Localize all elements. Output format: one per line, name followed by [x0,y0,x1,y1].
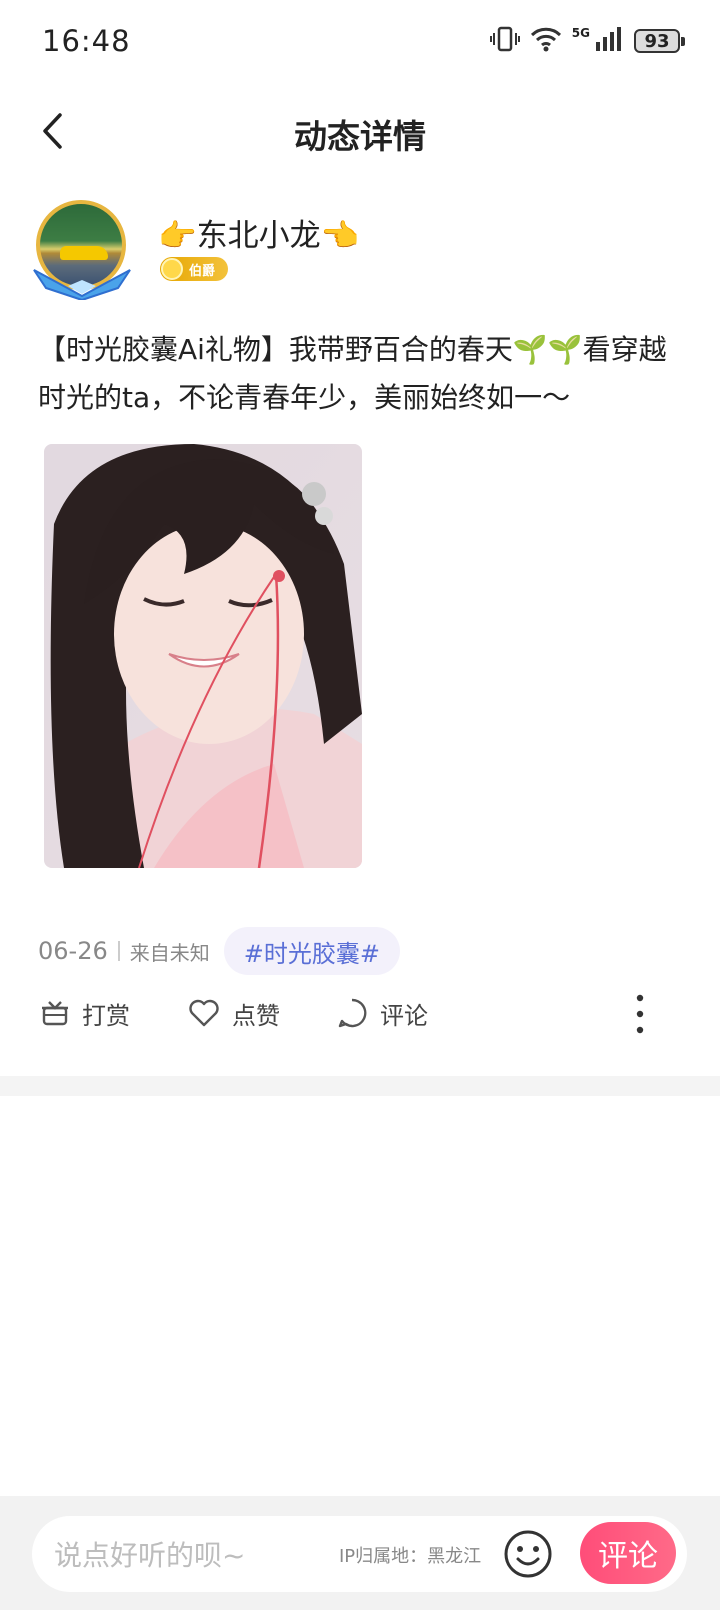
reward-button[interactable]: 打赏 [40,990,130,1036]
car-graphic [60,246,108,260]
avatar[interactable] [30,196,134,300]
level-label: 伯爵 [189,263,216,279]
post-date: 06-26 [38,937,108,965]
section-divider [0,1076,720,1096]
comment-input[interactable]: 说点好听的呗~ IP归属地：黑龙江 评论 [32,1516,687,1592]
comment-bubble-icon [338,998,367,1028]
comment-button[interactable]: 评论 [336,990,428,1036]
more-vertical-icon [636,994,644,1034]
status-bar: 16:48 5G 93 [0,0,720,84]
coin-icon [161,258,183,280]
battery-icon: 93 [634,29,685,53]
reward-label: 打赏 [82,1001,130,1030]
send-comment-button[interactable]: 评论 [580,1522,676,1584]
level-badge: 伯爵 [160,257,228,281]
post-meta: 06-26 来自未知 #时光胶囊# [38,926,400,976]
emoji-button[interactable] [502,1528,554,1580]
topic-tag[interactable]: #时光胶囊# [223,927,400,975]
portrait-photo [44,444,362,868]
meta-divider [117,941,120,961]
post-image[interactable] [44,444,362,868]
nav-bar: 动态详情 [0,84,720,184]
battery-level: 93 [644,30,670,52]
comment-bar: 说点好听的呗~ IP归属地：黑龙江 评论 [0,1496,720,1610]
like-label: 点赞 [232,1001,280,1030]
like-button[interactable]: 点赞 [188,990,280,1036]
post-source: 来自未知 [129,940,210,965]
more-options-button[interactable] [620,976,660,1052]
smiley-icon [504,1530,552,1578]
page-title: 动态详情 [294,117,426,156]
action-bar: 打赏 点赞 评论 [0,976,720,1052]
comment-label: 评论 [380,1001,428,1030]
status-icons: 5G 93 [489,24,685,58]
vibrate-icon [489,25,520,57]
comment-placeholder[interactable]: 说点好听的呗~ [54,1534,245,1574]
wifi-icon [530,26,562,56]
signal-icon [594,26,624,56]
post-text: 【时光胶囊Ai礼物】我带野百合的春天🌱🌱看穿越时光的ta，不论青春年少，美丽始终… [38,333,667,414]
status-time: 16:48 [42,24,131,58]
network-type: 5G [571,26,590,40]
ip-location: IP归属地：黑龙江 [339,1546,482,1567]
heart-icon [189,999,219,1027]
avatar-frame-icon [33,269,131,300]
gift-icon [42,1001,68,1026]
author-name[interactable]: 👉东北小龙👈 [158,210,359,255]
